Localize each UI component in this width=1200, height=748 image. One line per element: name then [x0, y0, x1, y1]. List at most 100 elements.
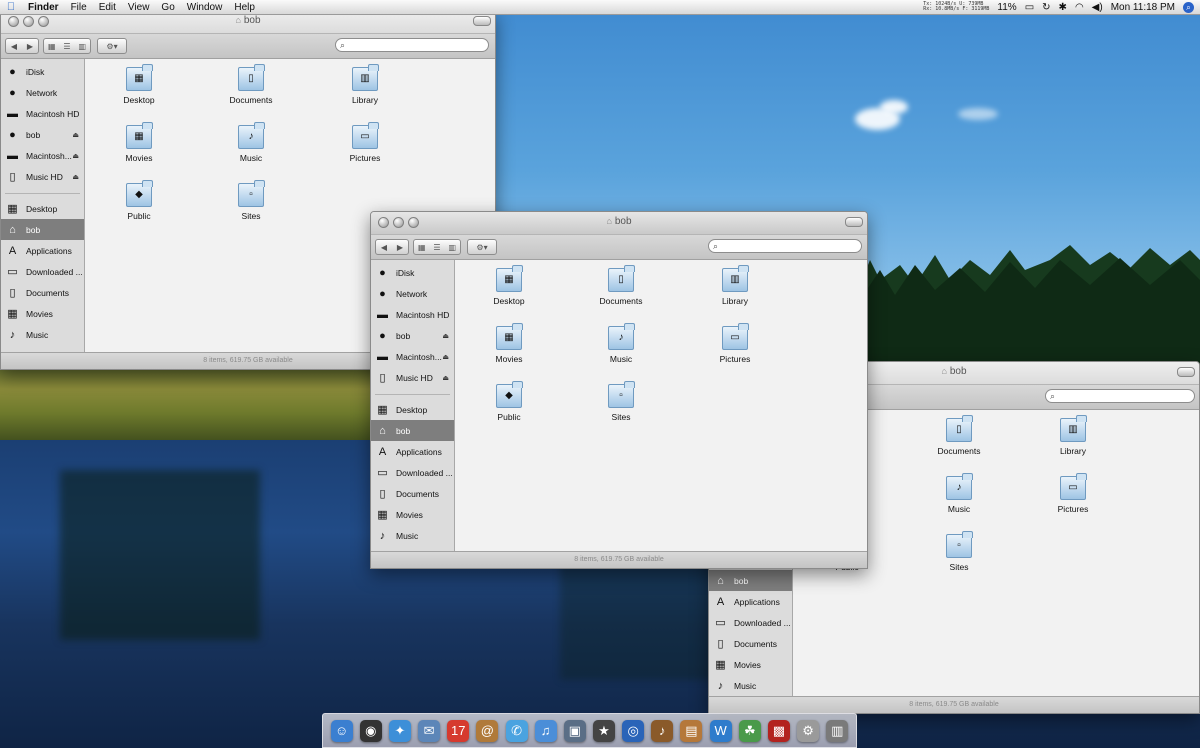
folder-music[interactable]: ♪ Music	[581, 323, 661, 364]
folder-pictures[interactable]: ▭ Pictures	[1033, 473, 1113, 514]
sidebar-item-bob[interactable]: ● bob ⏏	[1, 124, 84, 145]
sidebar-item-music[interactable]: ♪ Music	[709, 675, 792, 696]
sidebar-item-documents[interactable]: ▯ Documents	[1, 282, 84, 303]
battery-icon[interactable]: ▭	[1025, 2, 1034, 13]
toolbar-toggle-button[interactable]	[845, 217, 863, 227]
toolbar-toggle-button[interactable]	[473, 16, 491, 26]
folder-movies[interactable]: ▦ Movies	[99, 122, 179, 163]
itunes-icon[interactable]: ♫	[534, 719, 557, 742]
action-menu-button[interactable]: ⚙▾	[97, 38, 127, 54]
folder-documents[interactable]: ▯ Documents	[211, 64, 291, 105]
dashboard-icon[interactable]: ◉	[359, 719, 382, 742]
folder-documents[interactable]: ▯ Documents	[581, 265, 661, 306]
back-forward-buttons[interactable]: ◀▶	[5, 38, 39, 54]
sidebar-item-movies[interactable]: ▦ Movies	[709, 654, 792, 675]
sidebar-item-applications[interactable]: A Applications	[709, 591, 792, 612]
folder-desktop[interactable]: ▦ Desktop	[469, 265, 549, 306]
sidebar-item-bob[interactable]: ● bob ⏏	[371, 325, 454, 346]
sidebar-item-idisk[interactable]: ● iDisk	[371, 262, 454, 283]
wifi-icon[interactable]: ◠	[1075, 2, 1084, 13]
sidebar-item-network[interactable]: ● Network	[371, 283, 454, 304]
sidebar-item-macintosh-hd[interactable]: ▬ Macintosh HD	[1, 103, 84, 124]
sidebar-item-macintosh[interactable]: ▬ Macintosh...⏏	[1, 145, 84, 166]
sidebar-item-music-hd[interactable]: ▯ Music HD ⏏	[1, 166, 84, 187]
toolbar-toggle-button[interactable]	[1177, 367, 1195, 377]
iphoto-icon[interactable]: ▣	[563, 719, 586, 742]
window-titlebar[interactable]: ⌂ bob	[371, 212, 867, 235]
action-menu-button[interactable]: ⚙▾	[467, 239, 497, 255]
address-book-icon[interactable]: @	[476, 719, 499, 742]
menu-file[interactable]: File	[65, 2, 93, 13]
sidebar-item-movies[interactable]: ▦ Movies	[1, 303, 84, 324]
folder-sites[interactable]: ▫ Sites	[581, 381, 661, 422]
menu-view[interactable]: View	[122, 2, 156, 13]
icon-view-icon[interactable]: ▦	[418, 243, 426, 252]
sidebar-item-applications[interactable]: A Applications	[1, 240, 84, 261]
column-view-icon[interactable]: ▥	[448, 243, 456, 252]
idvd-icon[interactable]: ◎	[622, 719, 645, 742]
folder-pictures[interactable]: ▭ Pictures	[325, 122, 405, 163]
eject-icon[interactable]: ⏏	[442, 332, 449, 340]
sidebar-item-idisk[interactable]: ● iDisk	[1, 61, 84, 82]
network-monitor[interactable]: Tx: 1024B/s U: 739MB Rx: 10.8MB/s F: 311…	[923, 2, 989, 12]
imovie-icon[interactable]: ★	[592, 719, 615, 742]
eject-icon[interactable]: ⏏	[442, 374, 449, 382]
volume-icon[interactable]: ◀)	[1092, 2, 1103, 13]
sidebar-item-documents[interactable]: ▯ Documents	[709, 633, 792, 654]
bluetooth-icon[interactable]: ✱	[1059, 2, 1067, 13]
finder-icon[interactable]: ☺	[330, 719, 353, 742]
sidebar-item-macintosh-hd[interactable]: ▬ Macintosh HD	[371, 304, 454, 325]
list-view-icon[interactable]: ☰	[433, 243, 440, 252]
eject-icon[interactable]: ⏏	[72, 152, 79, 160]
sync-icon[interactable]: ↻	[1042, 2, 1050, 13]
back-forward-buttons[interactable]: ◀▶	[375, 239, 409, 255]
menubar-clock[interactable]: Mon 11:18 PM	[1111, 2, 1175, 13]
photo-booth-icon[interactable]: ▩	[767, 719, 790, 742]
folder-library[interactable]: ▥ Library	[695, 265, 775, 306]
apple-menu-icon[interactable]: 	[0, 1, 22, 13]
sidebar-item-downloaded[interactable]: ▭ Downloaded ...	[1, 261, 84, 282]
ilife-icon[interactable]: ☘	[738, 719, 761, 742]
folder-public[interactable]: ◆ Public	[469, 381, 549, 422]
icon-view-icon[interactable]: ▦	[48, 42, 56, 51]
finder-window-front[interactable]: ⌂ bob ◀ ▶ ▦ ☰ ▥ ⚙▾ ⌕ ● iDisk ● Network ▬ Macintos…	[370, 211, 868, 569]
menu-go[interactable]: Go	[155, 2, 180, 13]
sidebar-item-documents[interactable]: ▯ Documents	[371, 483, 454, 504]
folder-documents[interactable]: ▯ Documents	[919, 415, 999, 456]
folder-music[interactable]: ♪ Music	[919, 473, 999, 514]
folder-public[interactable]: ◆ Public	[99, 180, 179, 221]
sidebar-item-music[interactable]: ♪ Music	[371, 525, 454, 546]
sidebar-item-bob[interactable]: ⌂ bob	[709, 570, 792, 591]
ichat-icon[interactable]: ✆	[505, 719, 528, 742]
eject-icon[interactable]: ⏏	[442, 353, 449, 361]
folder-pictures[interactable]: ▭ Pictures	[695, 323, 775, 364]
spotlight-icon[interactable]: ⌕	[1183, 1, 1194, 13]
forward-arrow-icon[interactable]: ▶	[397, 243, 403, 252]
list-view-icon[interactable]: ☰	[63, 42, 70, 51]
sidebar-item-macintosh[interactable]: ▬ Macintosh...⏏	[371, 346, 454, 367]
back-arrow-icon[interactable]: ◀	[11, 42, 17, 51]
folder-sites[interactable]: ▫ Sites	[211, 180, 291, 221]
column-view-icon[interactable]: ▥	[78, 42, 86, 51]
folder-library[interactable]: ▥ Library	[1033, 415, 1113, 456]
system-prefs-icon[interactable]: ⚙	[797, 719, 820, 742]
sidebar-item-desktop[interactable]: ▦ Desktop	[371, 399, 454, 420]
view-mode-buttons[interactable]: ▦ ☰ ▥	[43, 38, 91, 54]
sidebar-item-movies[interactable]: ▦ Movies	[371, 504, 454, 525]
search-field[interactable]: ⌕	[335, 38, 489, 52]
trash-icon[interactable]: ▥	[826, 719, 849, 742]
ical-icon[interactable]: 17	[447, 719, 470, 742]
search-field[interactable]: ⌕	[1045, 389, 1195, 403]
back-arrow-icon[interactable]: ◀	[381, 243, 387, 252]
sidebar-item-downloaded[interactable]: ▭ Downloaded ...	[371, 462, 454, 483]
menu-edit[interactable]: Edit	[93, 2, 122, 13]
sidebar-item-applications[interactable]: A Applications	[371, 441, 454, 462]
sidebar-item-music-hd[interactable]: ▯ Music HD ⏏	[371, 367, 454, 388]
sidebar-item-network[interactable]: ● Network	[1, 82, 84, 103]
battery-percent[interactable]: 11%	[997, 2, 1016, 13]
menu-finder[interactable]: Finder	[22, 2, 65, 13]
preview-icon[interactable]: ▤	[680, 719, 703, 742]
sidebar-item-bob[interactable]: ⌂ bob	[1, 219, 84, 240]
sidebar-item-desktop[interactable]: ▦ Desktop	[1, 198, 84, 219]
sidebar-item-downloaded[interactable]: ▭ Downloaded ...	[709, 612, 792, 633]
